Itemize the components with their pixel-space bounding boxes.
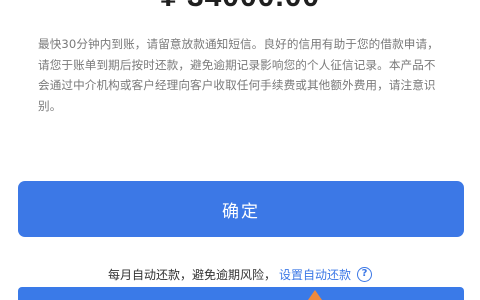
bottom-banner[interactable]: [18, 287, 464, 300]
up-arrow-icon: [308, 290, 322, 300]
loan-amount: ¥ 34000.00: [0, 0, 480, 14]
disbursement-notice: 最快30分钟内到账，请留意放款通知短信。良好的信用有助于您的借款申请，请您于账单…: [38, 37, 439, 113]
set-autopay-link[interactable]: 设置自动还款: [279, 266, 351, 283]
autopay-text: 每月自动还款，避免逾期风险，: [107, 267, 276, 282]
loan-confirm-page: ¥ 34000.00 最快30分钟内到账，请留意放款通知短信。良好的信用有助于您…: [0, 0, 480, 300]
autopay-row: 每月自动还款，避免逾期风险， 设置自动还款 ?: [0, 264, 480, 284]
confirm-button[interactable]: 确定: [18, 181, 464, 237]
question-circle-icon[interactable]: ?: [357, 266, 373, 282]
